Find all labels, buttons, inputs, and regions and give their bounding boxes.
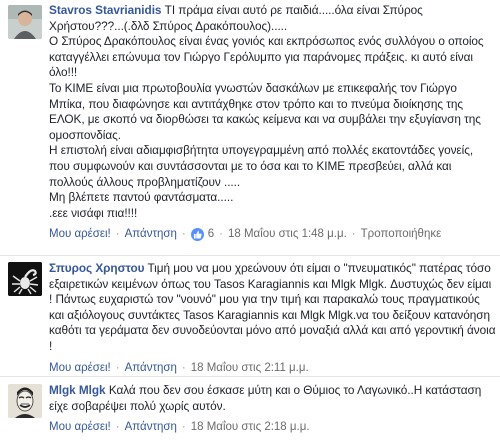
divider — [0, 376, 500, 377]
timestamp[interactable]: 18 Μαΐου στις 2:18 μ.μ. — [191, 421, 310, 433]
masked-avatar-icon — [8, 384, 42, 418]
like-button[interactable]: Μου αρέσει! — [49, 228, 111, 240]
reply-button[interactable]: Απάντηση — [125, 362, 177, 374]
reply-button[interactable]: Απάντηση — [125, 228, 177, 240]
reply-button[interactable]: Απάντηση — [125, 421, 177, 433]
avatar[interactable] — [8, 384, 42, 418]
comment-line: Η επιστολή είναι αδιαμφισβήτητα υπογεγρα… — [49, 143, 474, 189]
comment-line: Μη βλέπετε παντού φαντάσματα..... — [49, 190, 234, 205]
comment-author[interactable]: Σπυρος Χρηστου — [49, 261, 145, 275]
scorpion-avatar-icon — [8, 262, 42, 296]
comment-thread: Stavros Stavrianidis ΤΙ πράμα είναι αυτό… — [0, 0, 500, 441]
like-count[interactable]: 6 — [208, 228, 214, 240]
separator-dot: · — [351, 228, 356, 241]
comment-actions: Μου αρέσει! · Απάντηση · 6 · 18 Μαΐου στ… — [49, 226, 496, 242]
comment-author[interactable]: Mlgk Mlgk — [49, 383, 106, 397]
comment-body: Stavros Stavrianidis ΤΙ πράμα είναι αυτό… — [49, 3, 496, 242]
separator-dot: · — [181, 421, 186, 434]
separator-dot: · — [219, 228, 223, 241]
comment-line: .εεε νισάφι πια!!!! — [49, 205, 138, 220]
timestamp[interactable]: 18 Μαΐου στις 2:11 μ.μ. — [191, 362, 309, 374]
thumbs-up-icon[interactable] — [190, 227, 204, 241]
comment-actions: Μου αρέσει! · Απάντηση · 18 Μαΐου στις 2… — [49, 419, 496, 435]
avatar[interactable] — [8, 5, 42, 39]
comment-text: Mlgk Mlgk Καλά που δεν σου έσκασε μύτη κ… — [49, 383, 496, 414]
divider — [0, 255, 500, 256]
comment-body: Mlgk Mlgk Καλά που δεν σου έσκασε μύτη κ… — [49, 383, 496, 435]
like-button[interactable]: Μου αρέσει! — [49, 421, 111, 433]
comment-actions: Μου αρέσει! · Απάντηση · 18 Μαΐου στις 2… — [49, 360, 496, 376]
comment-author[interactable]: Stavros Stavrianidis — [49, 3, 161, 17]
comment-line: Καλά που δεν σου έσκασε μύτη και ο Θύμιο… — [49, 383, 482, 413]
comment-line: Το ΚΙΜΕ είναι μια πρωτοβουλία γνωστών δα… — [49, 80, 481, 142]
comment-body: Σπυρος Χρηστου Τιμή μου να μου χρεώνουν … — [49, 261, 496, 376]
comment-text: Σπυρος Χρηστου Τιμή μου να μου χρεώνουν … — [49, 261, 496, 355]
comment-text: Stavros Stavrianidis ΤΙ πράμα είναι αυτό… — [49, 3, 496, 221]
avatar-photo-icon — [8, 5, 42, 39]
like-button[interactable]: Μου αρέσει! — [49, 362, 111, 374]
comment-line: Ο Σπύρος Δρακόπουλος είναι ένας γονιός κ… — [49, 34, 484, 80]
edited-label[interactable]: Τροποποιήθηκε — [361, 228, 442, 240]
avatar[interactable] — [8, 262, 42, 296]
separator-dot: · — [115, 421, 120, 434]
separator-dot: · — [115, 361, 120, 374]
separator-dot: · — [181, 228, 186, 241]
separator-dot: · — [115, 228, 120, 241]
timestamp[interactable]: 18 Μαΐου στις 1:48 μ.μ. — [228, 228, 347, 240]
separator-dot: · — [181, 361, 186, 374]
